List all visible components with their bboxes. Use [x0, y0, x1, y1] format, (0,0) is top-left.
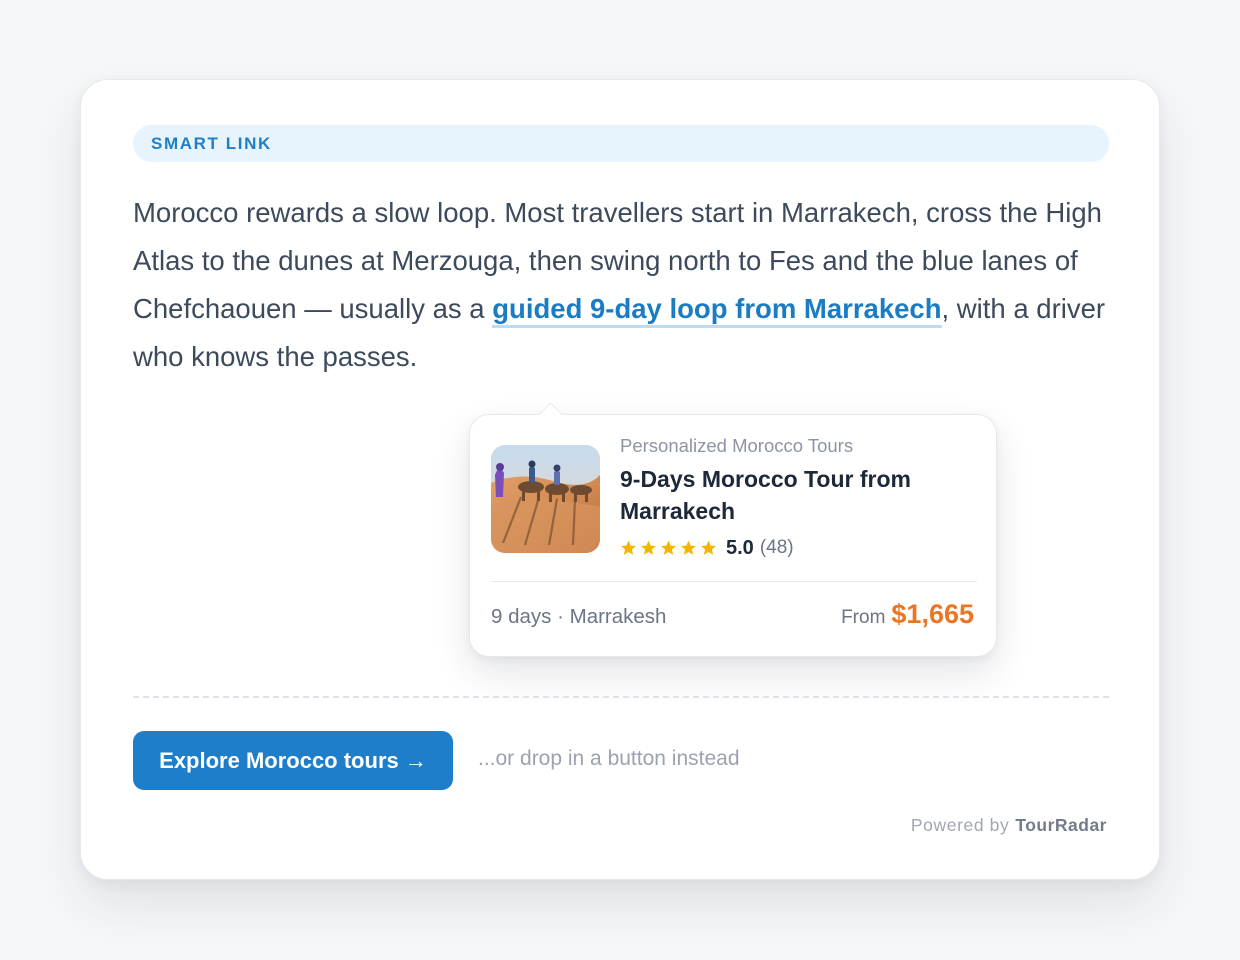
tour-operator-name: Personalized Morocco Tours — [620, 435, 854, 456]
popover-divider — [491, 581, 977, 582]
smart-link-card: SMART LINK Morocco rewards a slow loop. … — [80, 79, 1160, 880]
explore-tours-button[interactable]: Explore Morocco tours → — [133, 731, 453, 790]
tour-rating: 5.0 (48) — [620, 535, 794, 561]
tour-duration-location: 9 days · Marrakesh — [491, 605, 667, 628]
star-icon — [640, 540, 657, 556]
price-prefix: From — [841, 607, 886, 628]
powered-by: Powered by TourRadar — [911, 815, 1107, 836]
popover-arrow — [538, 402, 563, 427]
powered-by-label: Powered by — [910, 815, 1010, 835]
review-count: (48) — [759, 537, 794, 558]
page: SMART LINK Morocco rewards a slow loop. … — [0, 0, 1240, 960]
brand-logo-text[interactable]: TourRadar — [1015, 815, 1107, 835]
star-icon — [660, 540, 677, 556]
tour-price: From $1,665 — [841, 599, 974, 630]
article-paragraph: Morocco rewards a slow loop. Most travel… — [133, 189, 1123, 381]
tour-title[interactable]: 9-Days Morocco Tour from Marrakech — [620, 463, 965, 527]
rating-value: 5.0 — [726, 536, 754, 559]
tour-thumbnail-image — [491, 445, 600, 553]
section-divider — [133, 696, 1109, 698]
star-icon — [700, 540, 717, 556]
price-value: $1,665 — [891, 599, 974, 629]
smart-link[interactable]: guided 9-day loop from Marrakech — [492, 293, 942, 328]
rating-stars — [620, 540, 717, 556]
star-icon — [680, 540, 697, 556]
star-icon — [620, 540, 637, 556]
smart-link-badge: SMART LINK — [133, 125, 1109, 162]
button-alternative-note: ...or drop in a button instead — [478, 747, 740, 770]
tour-preview-popover[interactable]: Personalized Morocco Tours 9-Days Morocc… — [469, 402, 997, 657]
